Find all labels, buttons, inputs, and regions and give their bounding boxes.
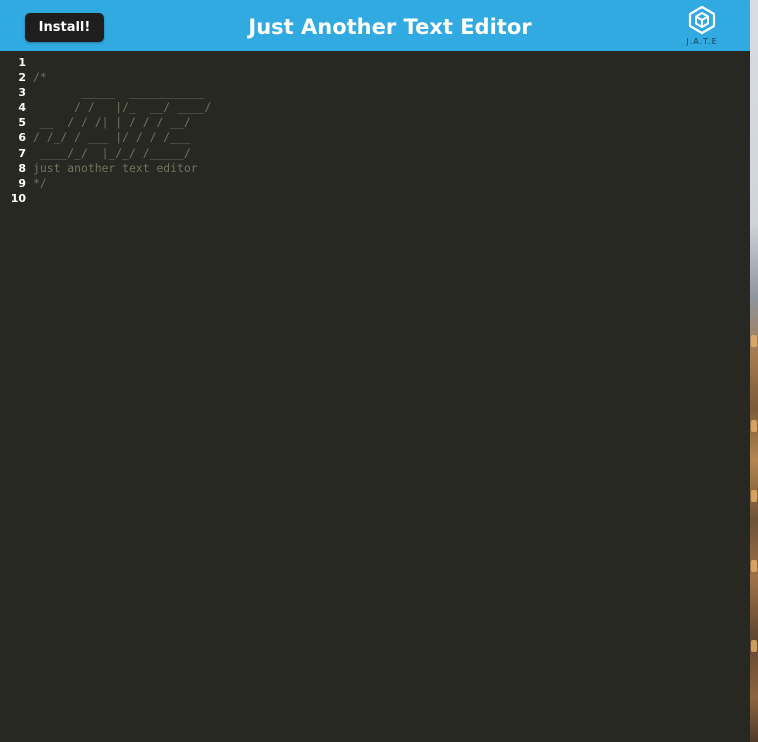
install-button[interactable]: Install! [25, 13, 104, 42]
code-editor[interactable]: 1 2 3 4 5 6 7 8 9 10 /* _____ __________… [0, 51, 750, 742]
line-number: 4 [18, 101, 26, 115]
code-line[interactable] [33, 191, 750, 206]
line-number: 3 [18, 86, 26, 100]
line-number: 5 [18, 116, 26, 130]
line-number-gutter: 1 2 3 4 5 6 7 8 9 10 [0, 55, 29, 206]
line-number: 6 [18, 131, 26, 145]
app-header: Install! Just Another Text Editor J.A.T.… [0, 0, 750, 51]
logo-text: J.A.T.E [686, 37, 718, 46]
line-number: 2 [18, 71, 26, 85]
line-number: 1 [18, 56, 26, 69]
app-window: Install! Just Another Text Editor J.A.T.… [0, 0, 750, 742]
code-line[interactable]: _____ ___________ [33, 85, 750, 100]
desktop-background-strip [750, 0, 758, 742]
code-line[interactable]: /* [33, 70, 750, 85]
code-line[interactable]: just another text editor [33, 161, 750, 176]
line-number: 7 [18, 146, 26, 160]
code-line[interactable]: __ / / /| | / / / __/ [33, 115, 750, 130]
code-line[interactable] [33, 55, 750, 70]
code-content[interactable]: /* _____ ___________ / / |/_ __/ ____/ _… [33, 55, 750, 206]
app-logo: J.A.T.E [680, 5, 724, 49]
code-line[interactable]: / / |/_ __/ ____/ [33, 100, 750, 115]
code-line[interactable]: */ [33, 176, 750, 191]
line-number: 8 [18, 161, 26, 175]
line-number: 9 [18, 176, 26, 190]
code-line[interactable]: ____/_/ |_/_/ /_____/ [33, 146, 750, 161]
code-line[interactable]: / /_/ / ___ |/ / / /___ [33, 130, 750, 145]
line-number: 10 [10, 191, 26, 205]
page-title: Just Another Text Editor [248, 15, 532, 39]
cube-logo-icon [688, 5, 716, 35]
